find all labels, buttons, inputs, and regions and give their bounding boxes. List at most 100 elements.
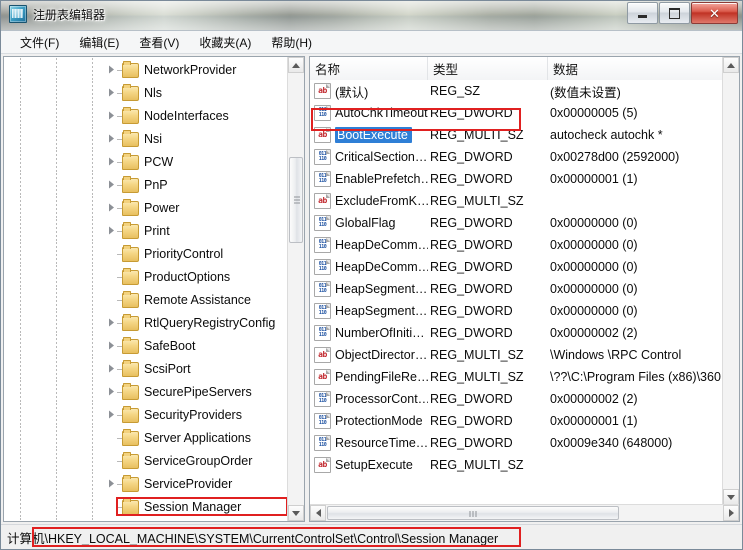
expand-triangle-icon[interactable] (108, 203, 117, 212)
tree-item-prioritycontrol[interactable]: PriorityControl (4, 242, 288, 265)
value-data-cell: 0x0009e340 (648000) (550, 436, 673, 450)
menu-file[interactable]: 文件(F) (11, 32, 68, 53)
folder-icon (122, 245, 139, 262)
tree-vertical-scrollbar[interactable] (287, 57, 304, 521)
table-row[interactable]: ab SetupExecute REG_MULTI_SZ (310, 454, 723, 476)
table-row[interactable]: ab PendingFileRe… REG_MULTI_SZ \??\C:\Progr… (310, 366, 723, 388)
tree-item-networkprovider[interactable]: NetworkProvider (4, 58, 288, 81)
expand-triangle-icon[interactable] (108, 226, 117, 235)
values-scroll-up-button[interactable] (723, 57, 739, 73)
tree-item-snmp[interactable]: SNMP (4, 518, 288, 521)
tree-item-productoptions[interactable]: ProductOptions (4, 265, 288, 288)
expand-triangle-icon[interactable] (108, 111, 117, 120)
tree-item-serviceprovider[interactable]: ServiceProvider (4, 472, 288, 495)
value-icon-glyph: 011 110 (318, 283, 327, 294)
tree-scroll-down-button[interactable] (288, 505, 304, 521)
tree-item-session-manager[interactable]: Session Manager (4, 495, 288, 518)
tree-item-pnp[interactable]: PnP (4, 173, 288, 196)
tree-item-securepipeservers[interactable]: SecurePipeServers (4, 380, 288, 403)
values-horizontal-scrollbar[interactable] (310, 504, 739, 521)
table-row[interactable]: 011 110 ProtectionMode REG_DWORD 0x00000001 … (310, 410, 723, 432)
table-row[interactable]: 011 110 EnablePrefetch… REG_DWORD 0x00000001… (310, 168, 723, 190)
menu-edit[interactable]: 编辑(E) (70, 32, 128, 53)
tree-item-server-applications[interactable]: Server Applications (4, 426, 288, 449)
folder-icon (122, 314, 139, 331)
tree-item-securityproviders[interactable]: SecurityProviders (4, 403, 288, 426)
values-list[interactable]: ab (默认) REG_SZ (数值未设置) 011 110 AutoChkTimeout R… (310, 80, 723, 505)
expand-triangle-icon[interactable] (108, 364, 117, 373)
folder-icon (122, 337, 139, 354)
title-bar[interactable]: 注册表编辑器 ✕ (1, 1, 742, 31)
table-row[interactable]: 011 110 HeapDeComm… REG_DWORD 0x00000000 (0) (310, 256, 723, 278)
menu-view[interactable]: 查看(V) (130, 32, 188, 53)
tree-guide-lines (4, 380, 122, 403)
close-button[interactable]: ✕ (691, 2, 738, 24)
table-row[interactable]: 011 110 HeapSegment… REG_DWORD 0x00000000 (0… (310, 300, 723, 322)
table-row[interactable]: ab ObjectDirector… REG_MULTI_SZ \Windows \R… (310, 344, 723, 366)
value-type-cell: REG_DWORD (430, 216, 513, 230)
expand-triangle-icon[interactable] (108, 318, 117, 327)
value-icon-glyph: ab (318, 372, 327, 381)
expand-triangle-icon[interactable] (108, 387, 117, 396)
expand-triangle-icon[interactable] (108, 180, 117, 189)
table-row[interactable]: 011 110 ProcessorCont… REG_DWORD 0x00000002 … (310, 388, 723, 410)
tree-item-safeboot[interactable]: SafeBoot (4, 334, 288, 357)
values-vertical-scrollbar[interactable] (722, 57, 739, 521)
expand-triangle-icon[interactable] (108, 134, 117, 143)
tree-item-scsiport[interactable]: ScsiPort (4, 357, 288, 380)
registry-path: 计算机\HKEY_LOCAL_MACHINE\SYSTEM\CurrentCon… (7, 531, 499, 546)
table-row[interactable]: 011 110 GlobalFlag REG_DWORD 0x00000000 (0) (310, 212, 723, 234)
tree-item-remote-assistance[interactable]: Remote Assistance (4, 288, 288, 311)
menu-help[interactable]: 帮助(H) (262, 32, 321, 53)
value-data-cell: 0x00000002 (2) (550, 326, 638, 340)
tree-scroll-thumb[interactable] (289, 157, 303, 243)
menu-favorites[interactable]: 收藏夹(A) (190, 32, 260, 53)
column-header-name[interactable]: 名称 (310, 57, 428, 80)
table-row[interactable]: ab BootExecute REG_MULTI_SZ autocheck autoc… (310, 124, 723, 146)
tree-guide-lines (4, 219, 122, 242)
values-scroll-right-button[interactable] (723, 505, 739, 521)
expand-triangle-icon[interactable] (108, 65, 117, 74)
table-row[interactable]: 011 110 NumberOfIniti… REG_DWORD 0x00000002 … (310, 322, 723, 344)
tree-item-print[interactable]: Print (4, 219, 288, 242)
tree-item-nodeinterfaces[interactable]: NodeInterfaces (4, 104, 288, 127)
tree-guide-lines (4, 357, 122, 380)
table-row[interactable]: 011 110 CriticalSection… REG_DWORD 0x00278d0… (310, 146, 723, 168)
maximize-button[interactable] (659, 2, 690, 24)
value-name-cell: ab ExcludeFromK… (310, 193, 428, 209)
values-column-header: 名称 类型 数据 (310, 57, 723, 81)
expand-triangle-icon[interactable] (108, 410, 117, 419)
string-value-icon: ab (314, 193, 331, 209)
tree-guide-lines (4, 196, 122, 219)
registry-tree[interactable]: NetworkProvider Nls NodeInterfaces Nsi PCW Pn… (4, 57, 288, 521)
value-name-cell: 011 110 HeapSegment… (310, 281, 428, 297)
tree-scroll-up-button[interactable] (288, 57, 304, 73)
table-row[interactable]: 011 110 AutoChkTimeout REG_DWORD 0x00000005 … (310, 102, 723, 124)
values-hscroll-thumb[interactable] (327, 506, 619, 520)
column-header-data[interactable]: 数据 (548, 57, 723, 80)
tree-item-power[interactable]: Power (4, 196, 288, 219)
column-header-type[interactable]: 类型 (428, 57, 548, 80)
minimize-button[interactable] (627, 2, 658, 24)
table-row[interactable]: ab (默认) REG_SZ (数值未设置) (310, 80, 723, 102)
tree-item-rtlqueryregistryconfig[interactable]: RtlQueryRegistryConfig (4, 311, 288, 334)
tree-item-nls[interactable]: Nls (4, 81, 288, 104)
tree-item-nsi[interactable]: Nsi (4, 127, 288, 150)
expand-triangle-icon[interactable] (108, 157, 117, 166)
tree-item-label: Print (144, 223, 170, 238)
tree-item-label: ServiceGroupOrder (144, 453, 253, 468)
expand-triangle-icon[interactable] (108, 479, 117, 488)
expand-triangle-icon[interactable] (108, 341, 117, 350)
expand-triangle-icon[interactable] (108, 88, 117, 97)
value-name-cell: ab PendingFileRe… (310, 369, 428, 385)
tree-item-pcw[interactable]: PCW (4, 150, 288, 173)
tree-item-servicegrouporder[interactable]: ServiceGroupOrder (4, 449, 288, 472)
table-row[interactable]: 011 110 ResourceTime… REG_DWORD 0x0009e340 (… (310, 432, 723, 454)
table-row[interactable]: 011 110 HeapDeComm… REG_DWORD 0x00000000 (0) (310, 234, 723, 256)
values-scroll-left-button[interactable] (310, 505, 326, 521)
table-row[interactable]: ab ExcludeFromK… REG_MULTI_SZ (310, 190, 723, 212)
value-name-cell: 011 110 CriticalSection… (310, 149, 428, 165)
table-row[interactable]: 011 110 HeapSegment… REG_DWORD 0x00000000 (0… (310, 278, 723, 300)
values-scroll-down-button[interactable] (723, 489, 739, 505)
